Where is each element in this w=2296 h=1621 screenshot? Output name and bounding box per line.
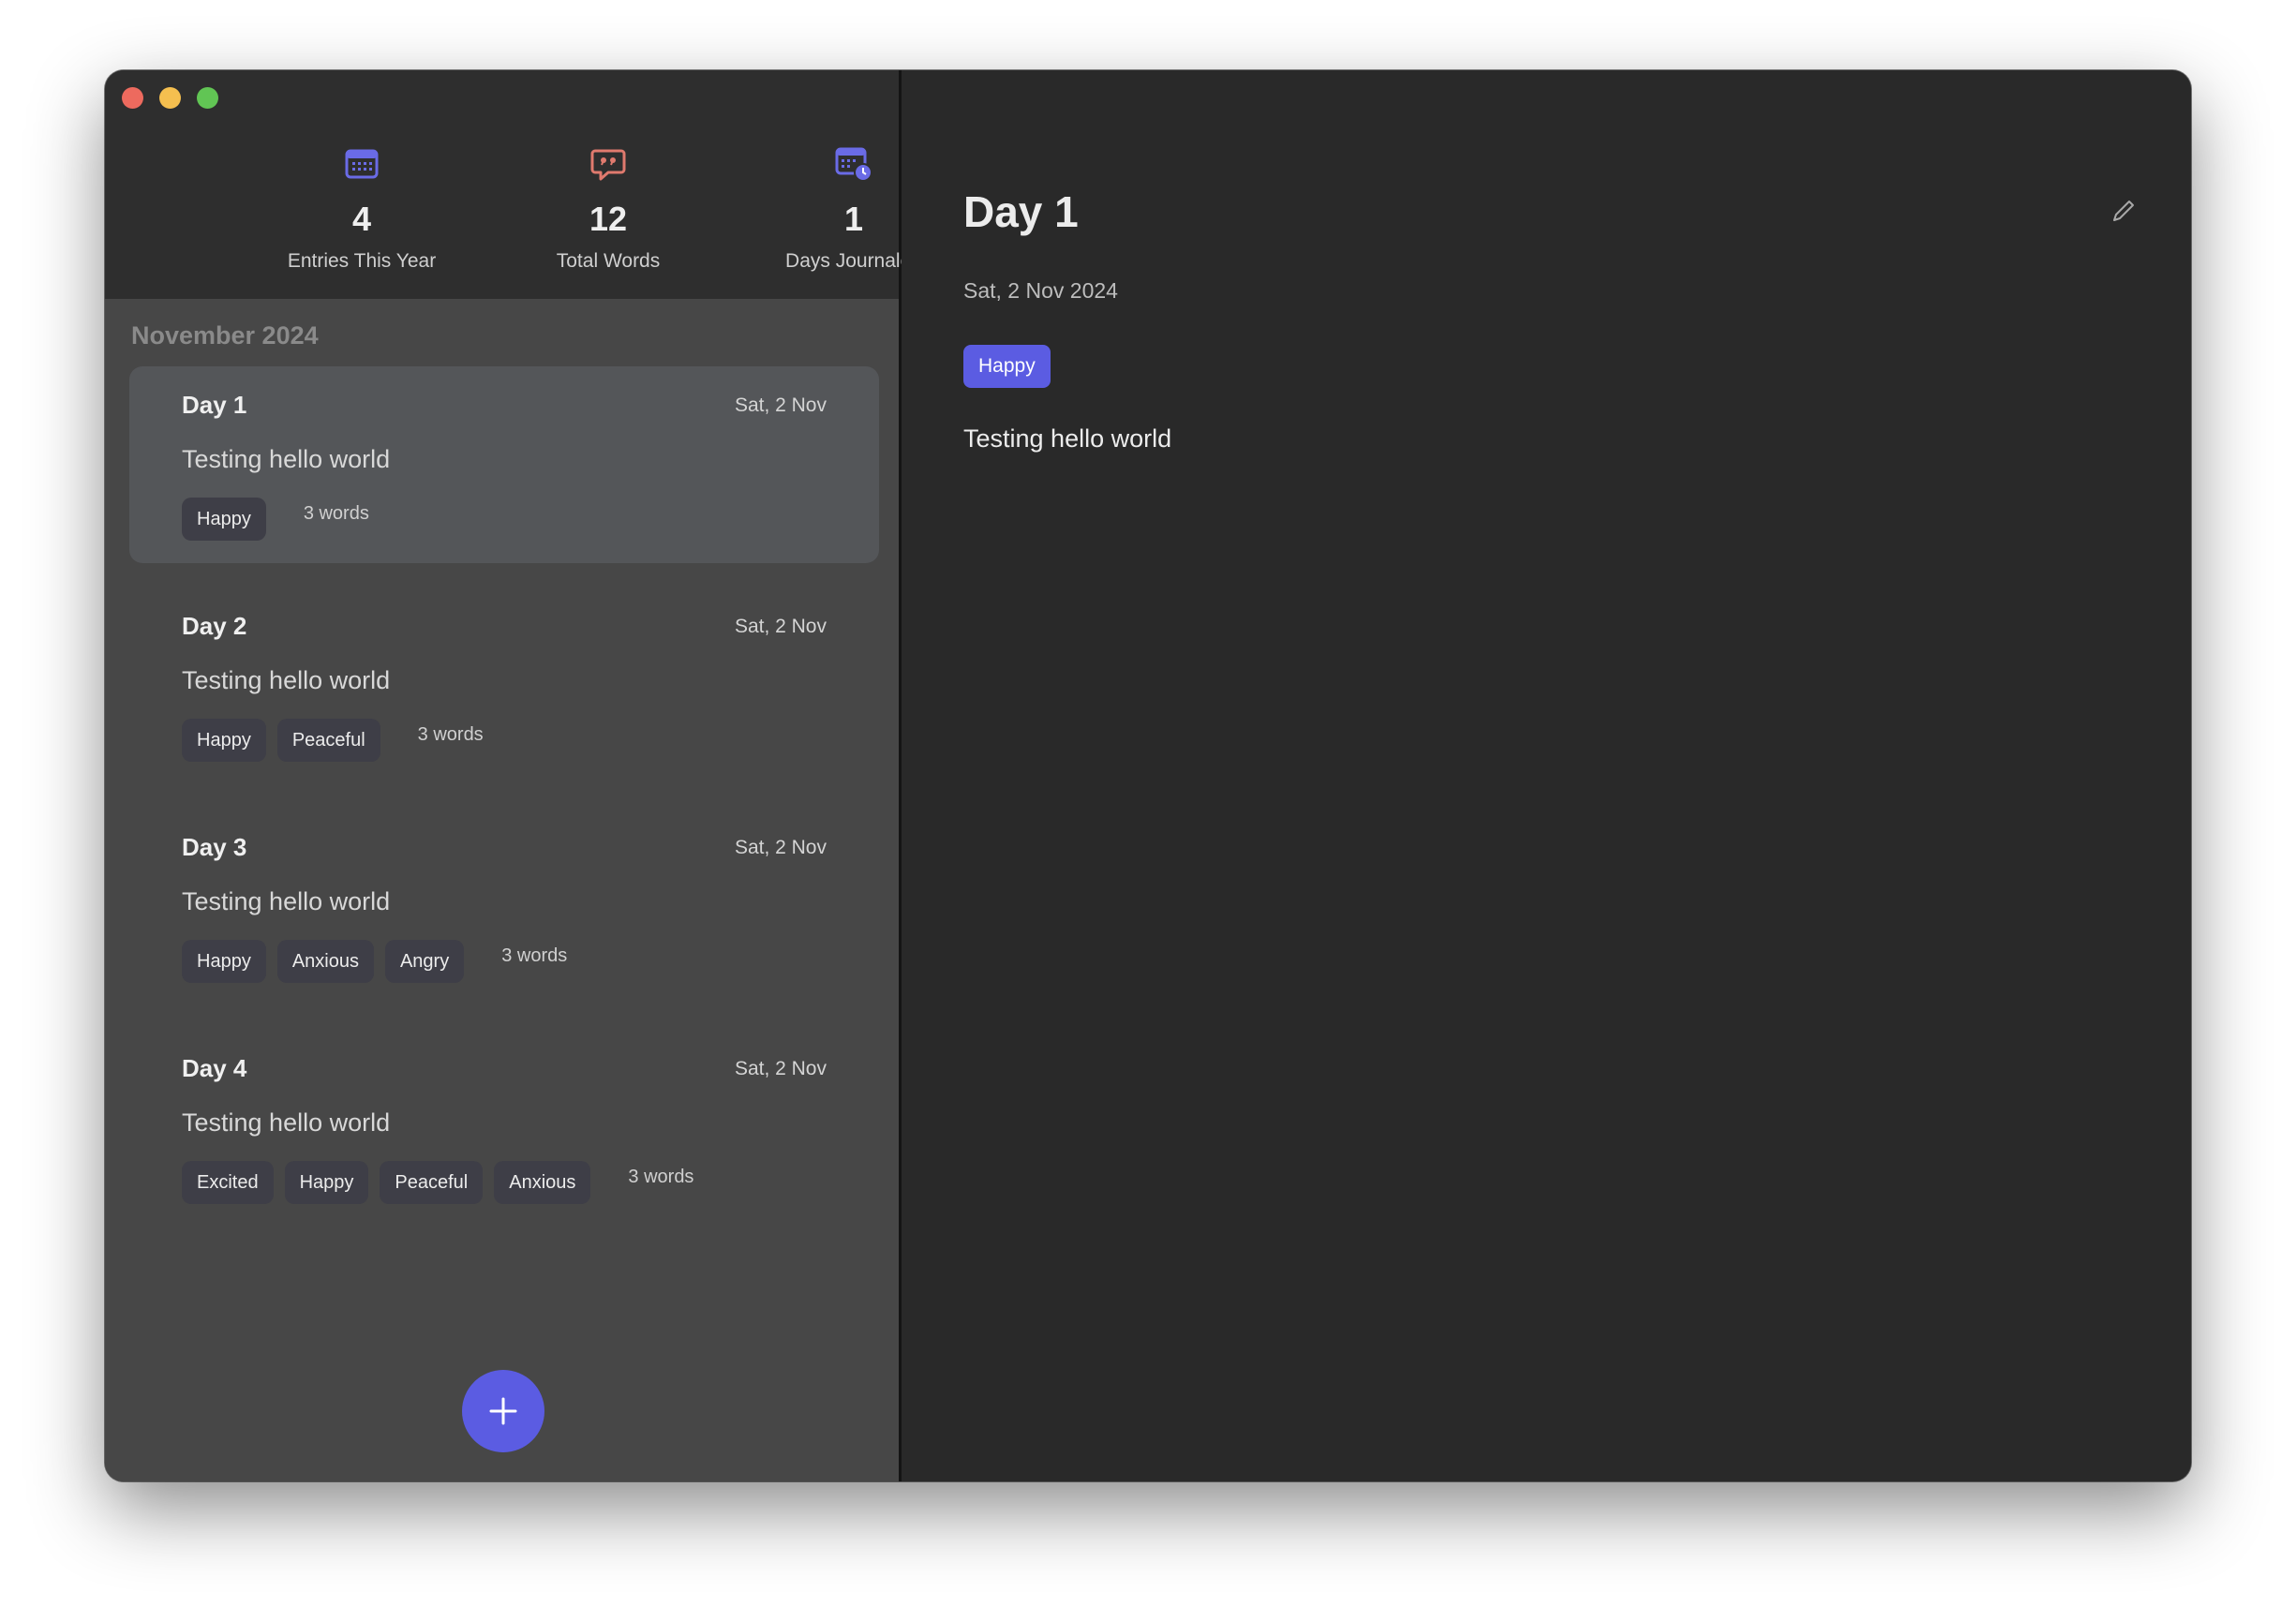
plus-icon <box>489 1397 517 1425</box>
entry-detail-pane: Day 1 Sat, 2 Nov 2024 Happy Testing hell… <box>902 70 2191 1481</box>
entry-card-day-2[interactable]: Day 2 Sat, 2 Nov Testing hello world Hap… <box>129 587 879 784</box>
entry-snippet: Testing hello world <box>182 887 391 915</box>
entry-snippet: Testing hello world <box>182 666 391 694</box>
detail-body-text: Testing hello world <box>963 424 1172 453</box>
detail-date: Sat, 2 Nov 2024 <box>963 278 1118 303</box>
mood-tag: Excited <box>182 1161 274 1204</box>
mood-tag: Angry <box>384 940 465 983</box>
entry-snippet: Testing hello world <box>182 445 391 473</box>
window-maximize-button[interactable] <box>197 87 218 109</box>
stat-value: 4 <box>351 200 372 238</box>
stat-label: Total Words <box>556 250 661 272</box>
mood-tag: Happy <box>182 719 266 762</box>
entry-card-day-4[interactable]: Day 4 Sat, 2 Nov Testing hello world Exc… <box>129 1030 879 1227</box>
sidebar: 4 Entries This Year 12 Total Words 1 Day… <box>105 70 922 1481</box>
speech-bubble-quote-icon <box>590 149 626 181</box>
detail-mood-tag: Happy <box>963 345 1051 388</box>
mood-tag: Happy <box>284 1161 369 1204</box>
stat-value: 12 <box>589 200 628 238</box>
entry-title: Day 2 <box>182 612 247 640</box>
word-count: 3 words <box>417 724 484 745</box>
entry-date: Sat, 2 Nov <box>734 394 827 416</box>
stat-total-words: 12 Total Words <box>486 145 730 273</box>
detail-title: Day 1 <box>963 187 1079 236</box>
mood-tag: Anxious <box>276 940 374 983</box>
entry-snippet: Testing hello world <box>182 1108 391 1137</box>
mood-tag: Happy <box>182 940 266 983</box>
word-count: 3 words <box>501 945 568 966</box>
mood-tag: Peaceful <box>380 1161 484 1204</box>
entry-date: Sat, 2 Nov <box>734 1058 827 1079</box>
entry-title: Day 4 <box>182 1054 247 1082</box>
app-window: 4 Entries This Year 12 Total Words 1 Day… <box>105 70 2191 1481</box>
entry-card-day-3[interactable]: Day 3 Sat, 2 Nov Testing hello world Hap… <box>129 809 879 1005</box>
month-header: November 2024 <box>131 321 319 349</box>
entry-tags: Happy Anxious Angry 3 words <box>182 940 567 983</box>
mood-tag: Peaceful <box>276 719 380 762</box>
calendar-icon <box>345 149 379 179</box>
entry-tags: Happy 3 words <box>182 498 369 541</box>
window-minimize-button[interactable] <box>159 87 181 109</box>
pencil-icon[interactable] <box>2110 198 2137 224</box>
stat-entries-this-year: 4 Entries This Year <box>240 145 484 273</box>
entry-date: Sat, 2 Nov <box>734 616 827 637</box>
window-close-button[interactable] <box>122 87 143 109</box>
entry-tags: Happy Peaceful 3 words <box>182 719 484 762</box>
word-count: 3 words <box>303 503 369 524</box>
entry-date: Sat, 2 Nov <box>734 837 827 858</box>
word-count: 3 words <box>628 1167 694 1187</box>
entry-tags: Excited Happy Peaceful Anxious 3 words <box>182 1161 693 1204</box>
calendar-clock-icon <box>835 147 872 182</box>
add-entry-button[interactable] <box>462 1370 544 1452</box>
stat-label: Entries This Year <box>287 250 437 272</box>
stats-header: 4 Entries This Year 12 Total Words 1 Day… <box>105 70 922 299</box>
entry-title: Day 3 <box>182 833 247 861</box>
mood-tag: Anxious <box>494 1161 591 1204</box>
entry-card-day-1[interactable]: Day 1 Sat, 2 Nov Testing hello world Hap… <box>129 366 879 563</box>
entry-title: Day 1 <box>182 391 247 419</box>
mood-tag: Happy <box>182 498 266 541</box>
